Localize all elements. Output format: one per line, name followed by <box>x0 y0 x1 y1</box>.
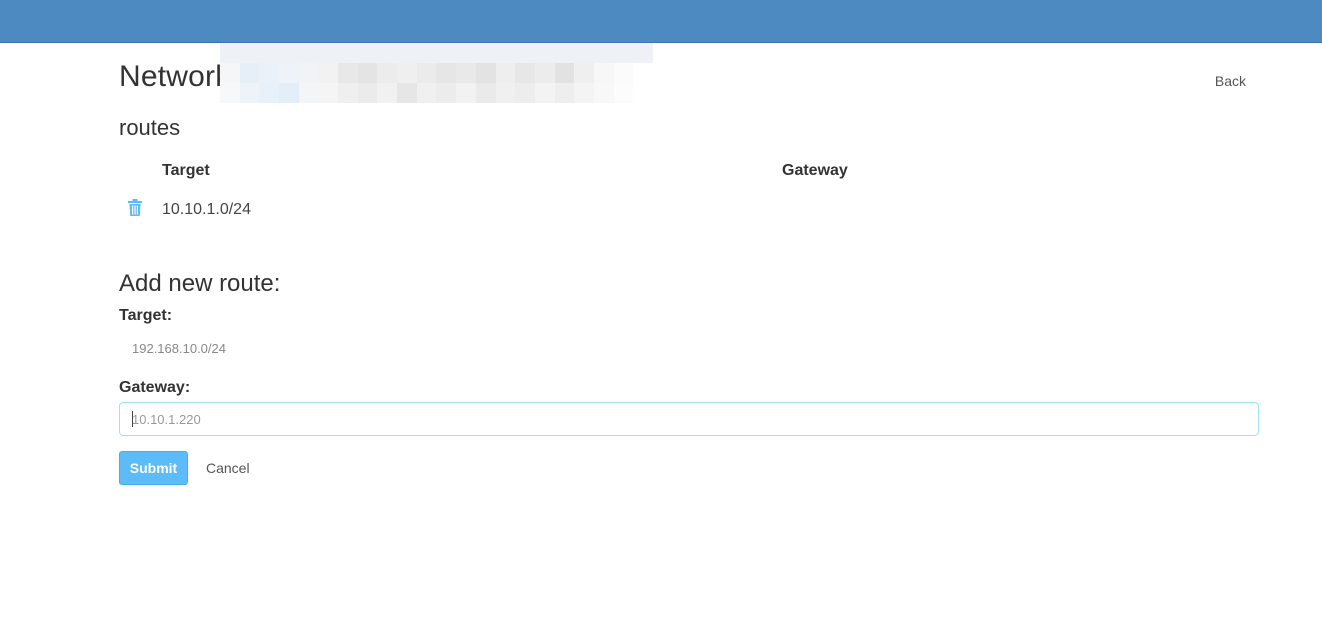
target-label: Target: <box>119 307 173 324</box>
top-navbar <box>0 0 1322 43</box>
routes-header-row: Target Gateway <box>119 155 1259 187</box>
back-link[interactable]: Back <box>1215 73 1246 89</box>
routes-table: Target Gateway 10.10.1.0/24 <box>119 155 1259 233</box>
target-column-header: Target <box>162 162 210 179</box>
icon-column-header <box>119 155 162 187</box>
table-row: 10.10.1.0/24 <box>119 187 1259 233</box>
route-gateway-cell <box>782 187 1259 233</box>
row-actions-cell <box>119 187 162 233</box>
gateway-column-header: Gateway <box>782 162 848 179</box>
trash-icon[interactable] <box>127 198 143 222</box>
gateway-label: Gateway: <box>119 379 191 396</box>
page-title: Network <box>119 60 231 93</box>
route-target-cell: 10.10.1.0/24 <box>162 201 251 218</box>
submit-button[interactable]: Submit <box>119 451 188 485</box>
redacted-title-area <box>220 43 653 103</box>
gateway-input[interactable] <box>119 402 1259 436</box>
add-route-title: Add new route: <box>119 270 281 297</box>
target-input[interactable] <box>119 333 1259 363</box>
routes-section-title: routes <box>119 115 181 140</box>
cancel-link[interactable]: Cancel <box>206 460 250 476</box>
text-caret <box>132 411 133 427</box>
